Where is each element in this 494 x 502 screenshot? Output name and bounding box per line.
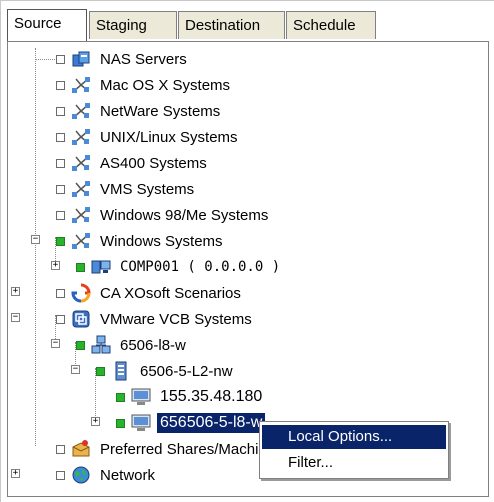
tree-item-label: NAS Servers [100,50,187,68]
tree-item-netware-systems[interactable]: NetWare Systems [30,100,223,122]
network-systems-icon [72,155,90,171]
tree-item-vms-systems[interactable]: VMS Systems [30,178,197,200]
checkbox[interactable] [56,470,65,480]
checkbox[interactable] [56,236,65,246]
tree-item-6506-5-l2-nw[interactable]: 6506-5-L2-nw [70,360,236,382]
server-icon [115,361,127,381]
menu-item-local-options[interactable]: Local Options... [262,425,446,449]
tree-item-selected-vm[interactable]: 656506-5-l8-w [90,412,266,434]
tree-item-label: AS400 Systems [100,154,207,172]
tree-item-6506-l8-w[interactable]: 6506-l8-w [50,334,189,356]
tree-item-label: Network [100,466,156,484]
tab-source-label: Source [14,15,62,32]
computer-icon [91,260,111,274]
checkbox[interactable] [76,340,85,350]
network-systems-icon [72,181,90,197]
monitor-icon [131,388,151,405]
tree-item-label: Windows Systems [100,232,223,250]
server-group-icon [91,335,111,354]
menu-item-label: Filter... [288,454,334,471]
checkbox[interactable] [116,418,125,428]
tab-destination-label: Destination [185,17,261,34]
checkbox[interactable] [56,314,65,324]
tree-item-label: Windows 98/Me Systems [100,206,269,224]
shares-box-icon [72,440,90,457]
tree-item-label: NetWare Systems [100,102,221,120]
tree-item-vmware-vcb-systems[interactable]: VMware VCB Systems [30,308,255,330]
tree-item-label: 6506-5-L2-nw [140,362,233,380]
expand-toggle-icon[interactable]: + [11,469,20,478]
tree-item-mac-os-x-systems[interactable]: Mac OS X Systems [30,74,233,96]
tree-item-label: Mac OS X Systems [100,76,231,94]
tree-item-155-35-48-180[interactable]: 155.35.48.180 [90,386,265,408]
expand-toggle-icon[interactable]: + [11,287,20,296]
tab-schedule-label: Schedule [293,17,356,34]
network-globe-icon [72,466,90,484]
network-systems-icon [72,77,90,93]
tree-item-label: COMP001 ( 0.0.0.0 ) [120,259,281,275]
tree-item-unix-linux-systems[interactable]: UNIX/Linux Systems [30,126,241,148]
monitor-icon [131,414,151,431]
checkbox[interactable] [56,132,65,142]
tree-item-comp001[interactable]: COMP001 ( 0.0.0.0 ) [50,256,283,278]
tree-item-label: VMS Systems [100,180,195,198]
network-systems-icon [72,103,90,119]
checkbox[interactable] [116,392,125,402]
checkbox[interactable] [56,80,65,90]
menu-item-filter[interactable]: Filter... [262,451,446,475]
tab-destination[interactable]: Destination [178,11,285,39]
tree-item-nas-servers[interactable]: NAS Servers [30,48,190,70]
tree-item-label: Preferred Shares/Machines [100,440,283,458]
network-systems-icon [72,233,90,249]
checkbox[interactable] [56,54,65,64]
tab-schedule[interactable]: Schedule [286,11,376,39]
tree-item-network[interactable]: Network [30,464,158,486]
checkbox[interactable] [56,184,65,194]
checkbox[interactable] [96,366,105,376]
tree-item-label: UNIX/Linux Systems [100,128,238,146]
collapse-toggle-icon[interactable]: − [11,313,20,322]
tree-item-label: 656506-5-l8-w [157,413,266,433]
context-menu: Local Options... Filter... [259,421,449,479]
tree-item-label: VMware VCB Systems [100,310,252,328]
network-systems-icon [72,207,90,223]
tree-item-label: 155.35.48.180 [160,388,263,405]
checkbox[interactable] [56,106,65,116]
vmware-icon [72,310,90,328]
tree-item-label: 6506-l8-w [120,336,186,354]
tree-item-label: CA XOsoft Scenarios [100,284,241,302]
tree-item-ca-xosoft-scenarios[interactable]: CA XOsoft Scenarios [30,282,244,304]
checkbox[interactable] [56,210,65,220]
tree-item-as400-systems[interactable]: AS400 Systems [30,152,210,174]
tab-staging[interactable]: Staging [89,11,177,39]
backup-source-window: Source Staging Destination Schedule NAS … [0,0,494,502]
checkbox[interactable] [56,158,65,168]
checkbox[interactable] [56,444,65,454]
tab-staging-label: Staging [96,17,147,34]
menu-item-label: Local Options... [288,428,393,445]
nas-server-icon [72,51,90,67]
refresh-scenario-icon [71,283,91,303]
tree-item-windows-98-me-systems[interactable]: Windows 98/Me Systems [30,204,271,226]
tree-item-windows-systems[interactable]: Windows Systems [30,230,226,252]
network-systems-icon [72,129,90,145]
tree-item-preferred-shares[interactable]: Preferred Shares/Machines [30,438,286,460]
checkbox[interactable] [56,288,65,298]
tab-source[interactable]: Source [7,9,87,41]
checkbox[interactable] [76,262,85,272]
